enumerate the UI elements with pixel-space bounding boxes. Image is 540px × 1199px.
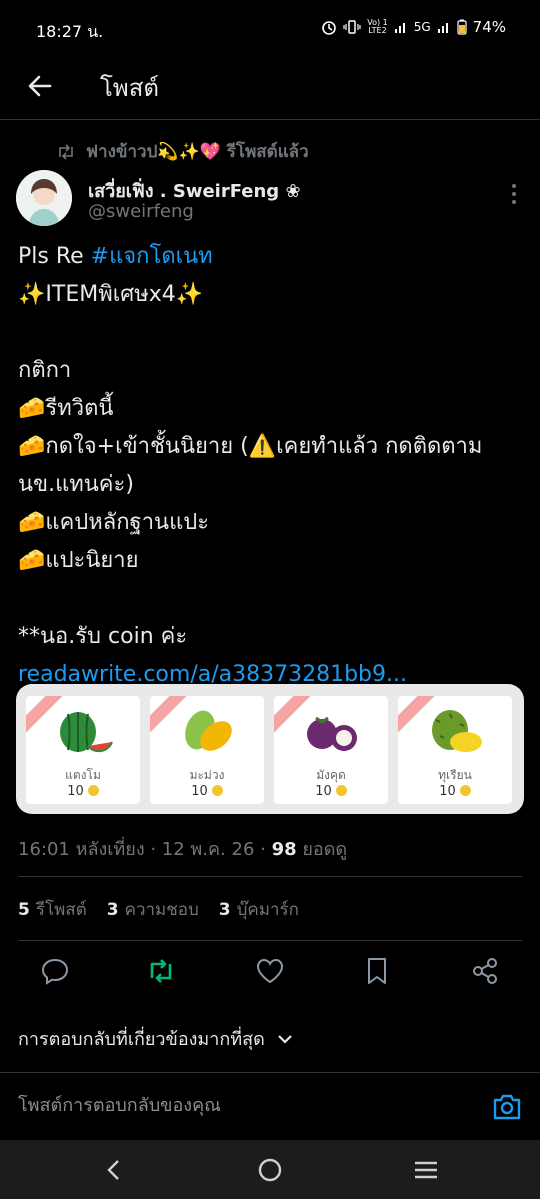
top-bar: โพสต์ [0, 58, 540, 120]
home-circle-icon [258, 1158, 282, 1182]
status-icons: Vo) 1 LTE2 5G 74% [321, 18, 506, 36]
system-nav-bar [0, 1140, 540, 1199]
item-tile: ทุเรียน 10 [398, 696, 512, 804]
likes-stat[interactable]: 3 ความชอบ [107, 896, 199, 923]
views-count: 98 [271, 839, 297, 860]
arrow-left-icon [28, 75, 52, 97]
item-tile: แตงโม 10 [26, 696, 140, 804]
hashtag-link[interactable]: #แจกโดเนท [91, 244, 213, 269]
repost-indicator[interactable]: ฟางข้าวป💫✨💖 รีโพสต์แล้ว [56, 138, 309, 165]
coin-icon [211, 785, 223, 796]
repost-text: ฟางข้าวป💫✨💖 รีโพสต์แล้ว [86, 142, 309, 162]
post-line-9: 🧀แปะนิยาย [18, 548, 139, 573]
post-line-4: กติกา [18, 358, 72, 383]
durian-icon [432, 710, 482, 752]
post-line-7: นข.แทนค่ะ) [18, 472, 134, 497]
share-icon [473, 958, 497, 984]
divider [18, 876, 522, 877]
bookmark-button[interactable] [362, 956, 392, 986]
media-card[interactable]: แตงโม 10 มะม่วง 10 มังคุด 10 ทุเรียน 10 [16, 684, 524, 814]
battery-percent: 74% [472, 18, 506, 36]
post-line-1: Pls Re #แจกโดเนท [18, 244, 213, 269]
network-type: 5G [413, 20, 431, 34]
post-line-2: ✨ITEMพิเศษx4✨ [18, 282, 204, 307]
network-label: Vo) 1 LTE2 [367, 18, 388, 35]
more-vertical-icon [512, 184, 516, 204]
post-body: Pls Re #แจกโดเนท ✨ITEMพิเศษx4✨ กติกา 🧀รี… [18, 238, 528, 694]
coin-icon [87, 785, 99, 796]
post-line-11: **นอ.รับ coin ค่ะ [18, 624, 188, 649]
share-button[interactable] [470, 956, 500, 986]
replies-sort-dropdown[interactable]: การตอบกลับที่เกี่ยวข้องมากที่สุด [18, 1024, 293, 1053]
signal-icon-2 [437, 20, 451, 34]
page-title: โพสต์ [100, 74, 159, 102]
bookmark-icon [368, 958, 386, 984]
reposts-stat[interactable]: 5 รีโพสต์ [18, 896, 87, 923]
item-tile: มังคุด 10 [274, 696, 388, 804]
back-button[interactable] [24, 70, 56, 102]
author-handle[interactable]: @sweirfeng [88, 201, 194, 222]
post-line-8: 🧀แคปหลักฐานแปะ [18, 510, 210, 535]
item-name: แตงโม [65, 768, 101, 782]
reply-input[interactable] [18, 1095, 458, 1116]
repost-icon [59, 143, 73, 160]
reply-composer [0, 1072, 540, 1140]
vibrate-icon [343, 19, 361, 35]
battery-icon [457, 19, 467, 35]
post-line-10 [18, 580, 528, 618]
item-name: ทุเรียน [438, 768, 472, 782]
post-line-3 [18, 314, 528, 352]
status-time: 18:27 น. [36, 22, 104, 41]
coin-icon [335, 785, 347, 796]
item-price: 10 [398, 784, 512, 799]
nav-back-button[interactable] [100, 1156, 128, 1184]
repost-active-icon [150, 959, 172, 983]
menu-lines-icon [415, 1161, 437, 1179]
reply-button[interactable] [40, 956, 70, 986]
item-price: 10 [274, 784, 388, 799]
repost-button[interactable] [146, 956, 176, 986]
reply-icon [41, 958, 69, 985]
signal-icon [394, 20, 408, 34]
alarm-icon [321, 19, 337, 35]
watermelon-icon [60, 712, 113, 753]
mangosteen-icon [307, 716, 357, 751]
coin-icon [459, 785, 471, 796]
item-tile: มะม่วง 10 [150, 696, 264, 804]
heart-icon [256, 958, 284, 984]
status-bar: 18:27 น. Vo) 1 LTE2 5G 74% [0, 0, 540, 58]
camera-button[interactable] [492, 1093, 522, 1121]
chevron-down-icon [278, 1034, 292, 1044]
item-name: มังคุด [316, 768, 346, 782]
engagement-stats: 5 รีโพสต์ 3 ความชอบ 3 บุ๊คมาร์ก [18, 896, 299, 923]
nav-recents-button[interactable] [412, 1156, 440, 1184]
post-line-5: 🧀รีทวิตนี้ [18, 396, 114, 421]
like-button[interactable] [255, 956, 285, 986]
nav-home-button[interactable] [256, 1156, 284, 1184]
item-price: 10 [26, 784, 140, 799]
bookmarks-stat[interactable]: 3 บุ๊คมาร์ก [219, 896, 299, 923]
post-line-6: 🧀กดใจ+เข้าชั้นนิยาย (⚠️เคยทำแล้ว กดติดตา… [18, 434, 483, 459]
item-price: 10 [150, 784, 264, 799]
camera-icon [493, 1094, 521, 1120]
action-bar [0, 948, 540, 992]
divider [18, 940, 522, 941]
post-meta: 16:01 หลังเที่ยง · 12 พ.ค. 26 · 98 ยอดดู [18, 839, 348, 860]
item-name: มะม่วง [189, 768, 225, 782]
mango-icon [185, 710, 232, 751]
more-options-button[interactable] [510, 182, 518, 206]
avatar[interactable] [16, 170, 72, 226]
chevron-left-icon [107, 1160, 119, 1180]
